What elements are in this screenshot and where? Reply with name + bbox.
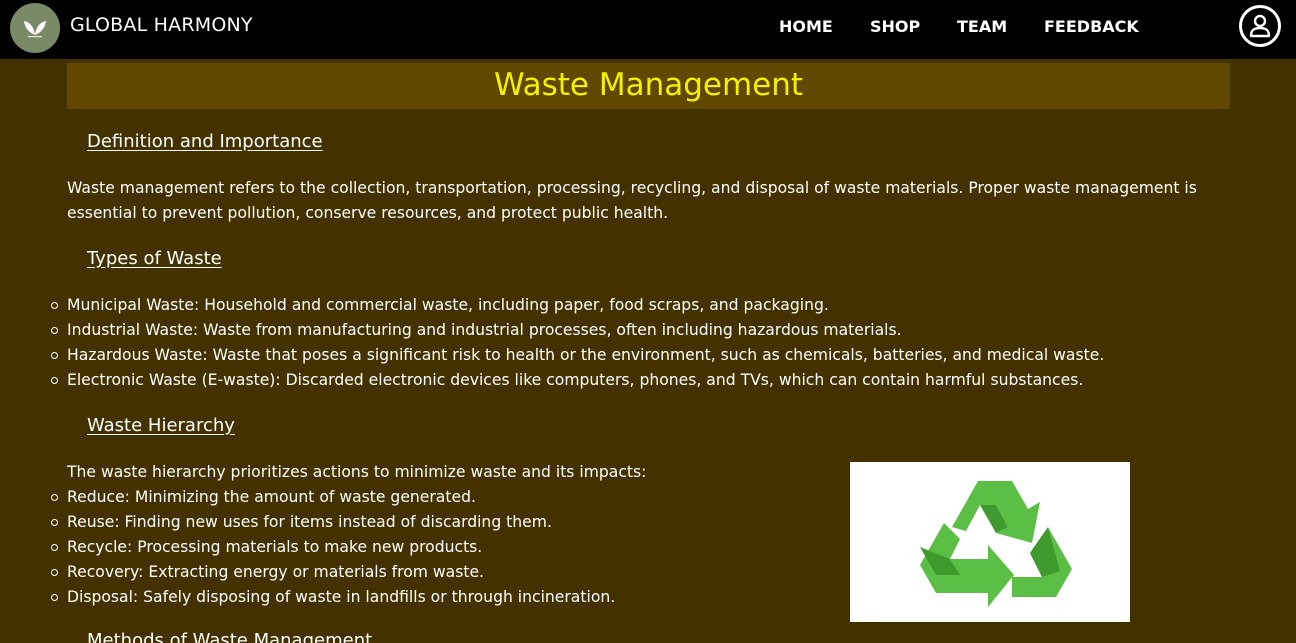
page-title: Waste Management bbox=[67, 63, 1230, 109]
recycle-image bbox=[850, 462, 1130, 622]
user-account-button[interactable] bbox=[1239, 5, 1281, 47]
recycle-icon bbox=[920, 481, 1072, 607]
section-heading-types: Types of Waste bbox=[87, 248, 222, 269]
list-item: Disposal: Safely disposing of waste in l… bbox=[50, 585, 615, 610]
list-item: Electronic Waste (E-waste): Discarded el… bbox=[50, 368, 1104, 393]
types-list: Municipal Waste: Household and commercia… bbox=[50, 293, 1104, 393]
list-item: Hazardous Waste: Waste that poses a sign… bbox=[50, 343, 1104, 368]
section-heading-hierarchy: Waste Hierarchy bbox=[87, 415, 235, 436]
list-item: Reuse: Finding new uses for items instea… bbox=[50, 510, 615, 535]
leaf-logo-icon[interactable] bbox=[10, 3, 60, 53]
list-item: Industrial Waste: Waste from manufacturi… bbox=[50, 318, 1104, 343]
nav-link-home[interactable]: HOME bbox=[779, 17, 833, 36]
nav-link-team[interactable]: TEAM bbox=[957, 17, 1007, 36]
brand-name[interactable]: GLOBAL HARMONY bbox=[70, 14, 253, 36]
list-item: Recycle: Processing materials to make ne… bbox=[50, 535, 615, 560]
list-item: Recovery: Extracting energy or materials… bbox=[50, 560, 615, 585]
list-item: Municipal Waste: Household and commercia… bbox=[50, 293, 1104, 318]
section-heading-definition: Definition and Importance bbox=[87, 131, 323, 152]
list-item: Reduce: Minimizing the amount of waste g… bbox=[50, 485, 615, 510]
hierarchy-list: Reduce: Minimizing the amount of waste g… bbox=[50, 485, 615, 610]
user-account-icon bbox=[1249, 14, 1271, 38]
section-heading-methods: Methods of Waste Management bbox=[87, 630, 373, 643]
top-navbar: GLOBAL HARMONY HOME SHOP TEAM FEEDBACK bbox=[0, 0, 1296, 59]
nav-link-shop[interactable]: SHOP bbox=[870, 17, 920, 36]
nav-link-feedback[interactable]: FEEDBACK bbox=[1044, 17, 1139, 36]
definition-paragraph: Waste management refers to the collectio… bbox=[67, 179, 1197, 222]
